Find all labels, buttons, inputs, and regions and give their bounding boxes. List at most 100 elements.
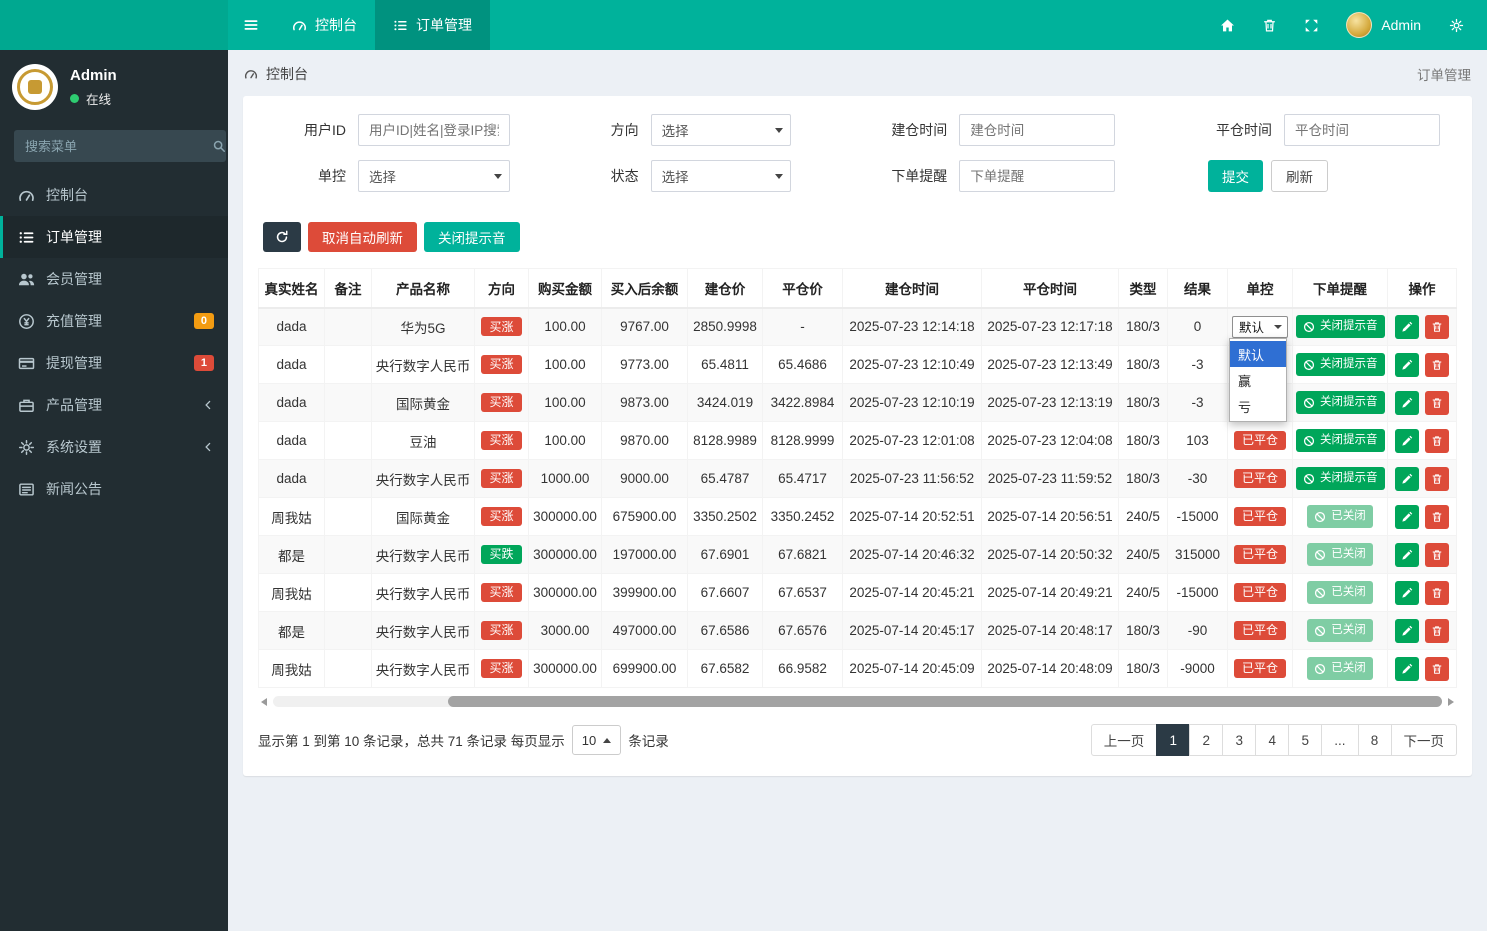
page-button-4[interactable]: 4 — [1255, 724, 1289, 756]
scroll-left-arrow-icon[interactable] — [258, 696, 271, 707]
cell-reminder: 已关闭 — [1293, 612, 1388, 650]
cell-open-time: 2025-07-23 12:10:49 — [843, 346, 982, 384]
sidebar-item-settings[interactable]: 系统设置 — [0, 426, 228, 468]
direction-select[interactable]: 选择 — [651, 114, 791, 146]
top-nav-orders[interactable]: 订单管理 — [375, 0, 490, 50]
fullscreen-button[interactable] — [1290, 0, 1332, 50]
edit-button[interactable] — [1395, 657, 1419, 681]
page-button-1[interactable]: 1 — [1156, 724, 1190, 756]
order-sound-button[interactable]: 关闭提示音 — [1296, 391, 1385, 414]
delete-button[interactable] — [1425, 505, 1449, 529]
refresh-icon — [275, 230, 289, 244]
order-sound-button[interactable]: 已关闭 — [1307, 619, 1373, 642]
edit-button[interactable] — [1395, 429, 1419, 453]
page-button-3[interactable]: 3 — [1222, 724, 1256, 756]
direction-badge: 买涨 — [481, 583, 521, 602]
cell-open-price: 2850.9998 — [688, 308, 763, 346]
order-sound-button[interactable]: 关闭提示音 — [1296, 353, 1385, 376]
sidebar-item-members[interactable]: 会员管理 — [0, 258, 228, 300]
pencil-icon — [1401, 435, 1413, 447]
scrollbar-track[interactable] — [273, 696, 1442, 707]
delete-button[interactable] — [1425, 581, 1449, 605]
order-sound-button[interactable]: 关闭提示音 — [1296, 467, 1385, 490]
page-button-8[interactable]: 8 — [1358, 724, 1392, 756]
breadcrumb[interactable]: 控制台 — [244, 64, 308, 84]
edit-button[interactable] — [1395, 581, 1419, 605]
sidebar-item-withdraw[interactable]: 提现管理1 — [0, 342, 228, 384]
next-page-button[interactable]: 下一页 — [1391, 724, 1458, 756]
sidebar-item-orders[interactable]: 订单管理 — [0, 216, 228, 258]
page-ellipsis[interactable]: ... — [1321, 724, 1358, 756]
scroll-right-arrow-icon[interactable] — [1444, 696, 1457, 707]
mute-sound-button[interactable]: 关闭提示音 — [424, 222, 520, 252]
control-select[interactable]: 默认 — [1232, 316, 1288, 338]
submit-button[interactable]: 提交 — [1208, 160, 1263, 192]
filter-close-time: 平仓时间 — [1208, 114, 1444, 146]
open-time-input[interactable] — [959, 114, 1115, 146]
sidebar-item-products[interactable]: 产品管理 — [0, 384, 228, 426]
delete-button[interactable] — [1425, 315, 1449, 339]
page-size-select[interactable]: 10 — [572, 725, 621, 755]
clear-cache-button[interactable] — [1248, 0, 1290, 50]
delete-button[interactable] — [1425, 467, 1449, 491]
top-nav-console[interactable]: 控制台 — [274, 0, 375, 50]
settings-button[interactable] — [1435, 0, 1477, 50]
cell-real-name: 周我姑 — [259, 574, 325, 612]
control-filter-select[interactable]: 选择 — [358, 160, 510, 192]
horizontal-scrollbar[interactable] — [258, 695, 1457, 708]
page-size-value: 10 — [582, 733, 596, 748]
control-dropdown-option[interactable]: 赢 — [1230, 367, 1286, 393]
delete-button[interactable] — [1425, 391, 1449, 415]
order-sound-button[interactable]: 关闭提示音 — [1296, 315, 1385, 338]
cell-open-time: 2025-07-14 20:52:51 — [843, 498, 982, 536]
order-sound-button[interactable]: 已关闭 — [1307, 581, 1373, 604]
reminder-input[interactable] — [959, 160, 1115, 192]
edit-button[interactable] — [1395, 505, 1419, 529]
menu-search-input[interactable] — [14, 130, 212, 162]
cancel-auto-refresh-button[interactable]: 取消自动刷新 — [308, 222, 417, 252]
delete-button[interactable] — [1425, 657, 1449, 681]
scrollbar-thumb[interactable] — [448, 696, 1442, 707]
edit-button[interactable] — [1395, 315, 1419, 339]
order-sound-button[interactable]: 已关闭 — [1307, 505, 1373, 528]
page-button-2[interactable]: 2 — [1189, 724, 1223, 756]
edit-button[interactable] — [1395, 467, 1419, 491]
delete-button[interactable] — [1425, 619, 1449, 643]
control-dropdown-option[interactable]: 亏 — [1230, 393, 1286, 419]
home-button[interactable] — [1206, 0, 1248, 50]
delete-button[interactable] — [1425, 543, 1449, 567]
sidebar-item-label: 会员管理 — [46, 269, 214, 289]
dashboard-icon — [244, 67, 258, 81]
brand-logo-area[interactable] — [0, 0, 228, 50]
edit-button[interactable] — [1395, 353, 1419, 377]
cell-remark — [325, 650, 372, 688]
order-sound-button[interactable]: 已关闭 — [1307, 657, 1373, 680]
control-dropdown-option[interactable]: 默认 — [1230, 341, 1286, 367]
user-id-input[interactable] — [358, 114, 510, 146]
delete-button[interactable] — [1425, 429, 1449, 453]
cell-reminder: 关闭提示音 — [1293, 308, 1388, 346]
order-sound-button[interactable]: 已关闭 — [1307, 543, 1373, 566]
sidebar-toggle-button[interactable] — [228, 0, 274, 50]
prev-page-button[interactable]: 上一页 — [1091, 724, 1158, 756]
sidebar-item-label: 系统设置 — [46, 437, 202, 457]
column-header: 买入后余额 — [602, 269, 688, 308]
sidebar-item-news[interactable]: 新闻公告 — [0, 468, 228, 510]
order-sound-button[interactable]: 关闭提示音 — [1296, 429, 1385, 452]
auto-refresh-button[interactable] — [263, 222, 301, 252]
user-menu[interactable]: Admin — [1332, 12, 1435, 38]
sidebar-item-console[interactable]: 控制台 — [0, 174, 228, 216]
edit-button[interactable] — [1395, 391, 1419, 415]
records-summary: 显示第 1 到第 10 条记录，总共 71 条记录 每页显示 10 条记录 — [258, 725, 669, 755]
list-icon — [18, 229, 35, 246]
status-select[interactable]: 选择 — [651, 160, 791, 192]
delete-button[interactable] — [1425, 353, 1449, 377]
menu-search-button[interactable] — [212, 130, 226, 162]
column-header: 真实姓名 — [259, 269, 325, 308]
edit-button[interactable] — [1395, 543, 1419, 567]
close-time-input[interactable] — [1284, 114, 1440, 146]
page-button-5[interactable]: 5 — [1288, 724, 1322, 756]
edit-button[interactable] — [1395, 619, 1419, 643]
refresh-button[interactable]: 刷新 — [1271, 160, 1328, 192]
sidebar-item-recharge[interactable]: 充值管理0 — [0, 300, 228, 342]
